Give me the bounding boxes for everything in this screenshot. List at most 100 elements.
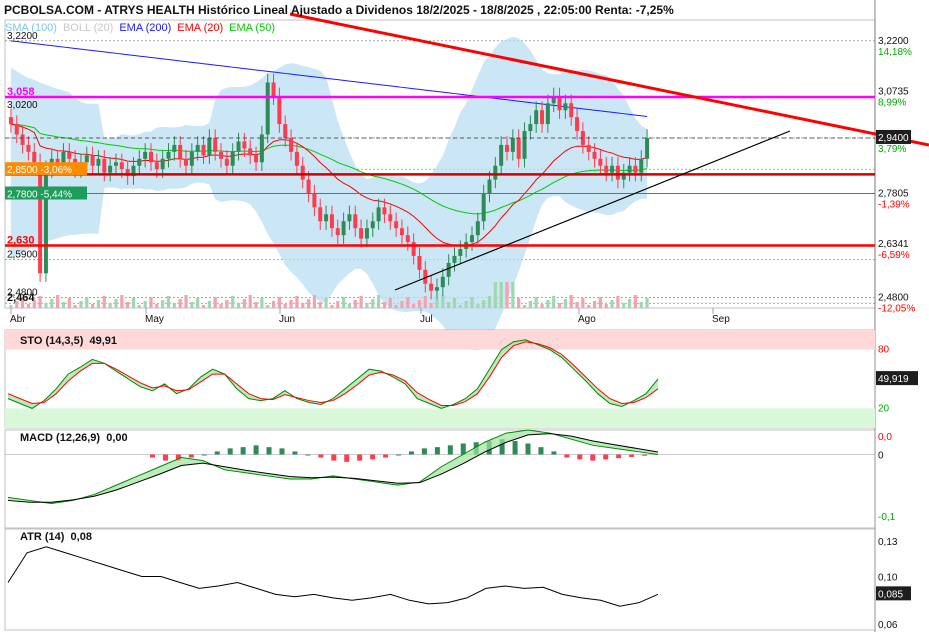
candle-body	[242, 141, 247, 149]
candle-body	[627, 165, 632, 173]
candle-body	[347, 214, 352, 222]
volume-bar	[190, 302, 194, 308]
volume-bar	[522, 305, 527, 308]
sto-label: STO (14,3,5) 49,91	[20, 335, 118, 347]
volume-bar	[447, 302, 451, 308]
volume-bar	[452, 298, 457, 308]
right-pct-label: 14,18%	[878, 47, 912, 58]
volume-bar	[114, 299, 118, 308]
volume-bar	[563, 299, 567, 308]
volume-bar	[225, 300, 229, 308]
volume-bar	[569, 295, 573, 308]
legend-item: BOLL (20)	[62, 22, 114, 34]
macd-histogram-bar	[201, 454, 207, 456]
volume-bar	[330, 305, 334, 308]
x-axis-label: Jul	[420, 314, 433, 325]
candle-body	[446, 262, 451, 277]
atr-line	[7, 546, 659, 607]
price-tag-label: 2,8500 -3,06%	[7, 165, 72, 176]
candle-body	[487, 179, 492, 194]
volume-bar	[301, 303, 305, 308]
volume-bar	[557, 303, 562, 308]
volume-bar	[178, 299, 182, 308]
volume-bar	[377, 295, 381, 308]
volume-bar	[552, 296, 556, 308]
candle-body	[108, 165, 113, 173]
macd-histogram-bar	[447, 445, 453, 455]
candle-body	[370, 221, 375, 229]
macd-histogram-bar	[603, 454, 609, 460]
volume-bar	[73, 305, 77, 308]
volume-bar	[67, 298, 71, 308]
volume-bar	[633, 295, 638, 308]
candle-body	[382, 207, 387, 215]
legend-item: SMA (100)	[5, 22, 57, 34]
volume-bar	[201, 305, 206, 308]
volume-bar	[108, 303, 112, 308]
volume-bar	[79, 301, 83, 308]
candle-body	[522, 131, 527, 159]
volume-bar	[166, 296, 171, 308]
candle-body	[90, 155, 95, 166]
macd-histogram-bar	[227, 448, 233, 455]
candle-body	[540, 110, 545, 125]
candle-body	[493, 165, 498, 180]
legend-item: EMA (50)	[229, 22, 275, 34]
volume-bar	[172, 303, 176, 308]
volume-bar	[50, 299, 54, 308]
volume-bar	[534, 297, 538, 308]
volume-bar	[96, 300, 101, 308]
right-pct-label: -12,05%	[878, 304, 915, 315]
candle-body	[289, 137, 294, 152]
macd-histogram-bar	[525, 443, 531, 455]
volume-bar	[9, 305, 13, 308]
candle-body	[475, 221, 480, 236]
volume-bar	[464, 301, 468, 308]
volume-bar	[499, 282, 503, 308]
volume-bar	[254, 302, 258, 308]
volume-bar	[575, 302, 579, 308]
volume-bar	[476, 304, 480, 308]
atr-axis-label: 0,06	[878, 620, 898, 631]
candle-body	[236, 141, 241, 152]
volume-bar	[347, 304, 352, 308]
volume-bar	[371, 299, 375, 308]
macd-histogram-bar	[383, 454, 389, 458]
volume-bar	[435, 299, 439, 308]
candle-body	[604, 165, 609, 173]
candle-body	[26, 144, 31, 152]
volume-bar	[85, 297, 89, 308]
candle-body	[294, 151, 299, 166]
atr-current-value: 0,085	[878, 589, 903, 600]
left-price-label: 3,0200	[7, 100, 38, 111]
macd-histogram-bar	[370, 454, 376, 460]
candle-body	[172, 144, 177, 152]
macd-label: MACD (12,26,9) 0,00	[20, 432, 128, 444]
candle-body	[499, 144, 504, 166]
volume-bar	[517, 298, 521, 308]
candle-body	[178, 144, 183, 159]
right-price-label: 2,6341	[878, 239, 909, 250]
volume-bar	[184, 295, 188, 308]
candle-body	[160, 158, 165, 170]
volume-bar	[155, 304, 159, 308]
macd-histogram-bar	[629, 454, 635, 457]
volume-bar	[312, 295, 317, 308]
candle-body	[318, 207, 323, 222]
candle-body	[14, 124, 19, 135]
candle-body	[43, 169, 48, 274]
volume-bar	[91, 304, 95, 308]
candle-body	[633, 165, 638, 173]
left-price-label: 2,630	[7, 235, 35, 247]
candle-body	[505, 144, 510, 152]
volume-bar	[26, 304, 31, 308]
candle-body	[545, 103, 550, 125]
volume-bar	[429, 303, 433, 308]
macd-histogram-bar	[551, 451, 557, 455]
volume-bar	[441, 295, 445, 308]
candle-body	[224, 158, 229, 166]
chart-title: PCBOLSA.COM - ATRYS HEALTH Histórico Lin…	[4, 3, 674, 17]
atr-axis-label: 0,13	[878, 537, 898, 548]
volume-bar	[639, 302, 643, 308]
macd-histogram-bar	[150, 454, 155, 458]
